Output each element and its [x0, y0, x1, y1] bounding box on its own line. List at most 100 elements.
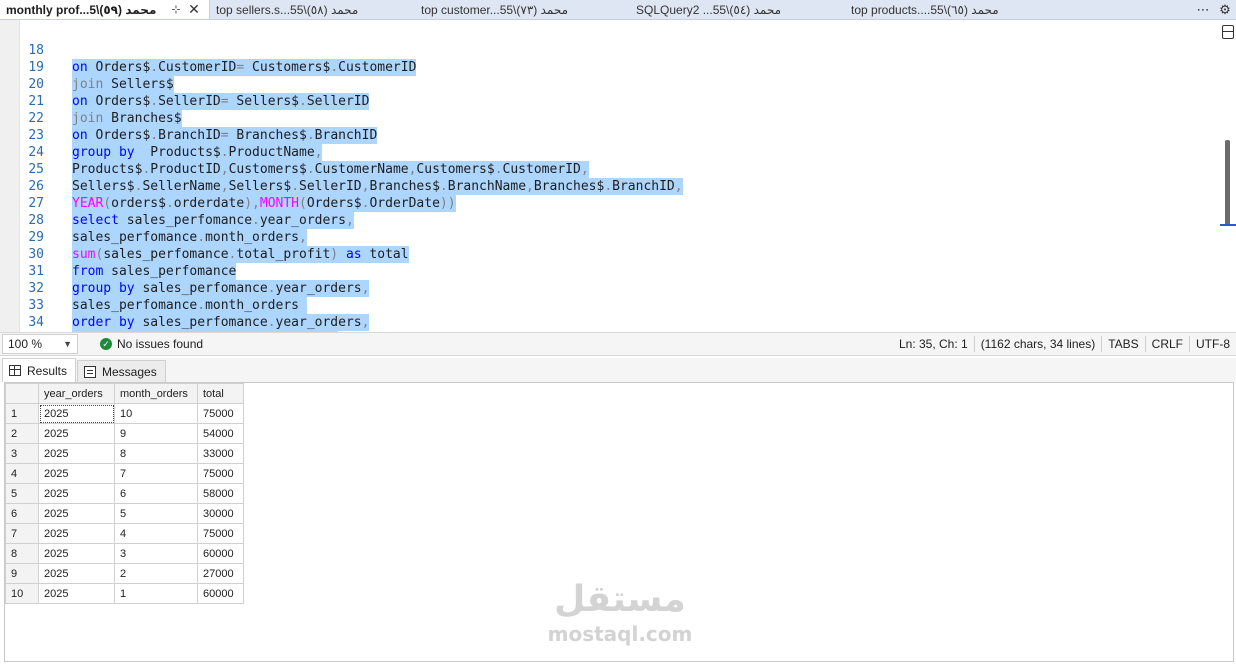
grid-corner[interactable]	[5, 383, 39, 404]
check-circle-icon: ✓	[100, 338, 112, 350]
chevron-down-icon: ▼	[63, 339, 72, 349]
table-cell[interactable]: 75000	[197, 403, 244, 424]
row-number[interactable]: 10	[5, 583, 39, 604]
code-line: 30 from sales_perfomance	[0, 229, 1210, 280]
column-header[interactable]: year_orders	[38, 383, 115, 404]
tab-label: SQLQuery2 ...55\(محمد (٥٤	[636, 2, 782, 17]
more-tabs-icon[interactable]: ⋯	[1192, 0, 1214, 19]
messages-icon	[84, 365, 97, 378]
close-icon[interactable]: ✕	[185, 1, 203, 18]
pin-icon[interactable]: ⊹	[167, 3, 185, 16]
results-tab-strip: Results Messages	[0, 358, 1236, 382]
code-line: 26 YEAR(orders$.orderdate),MONTH(Orders$…	[0, 161, 1210, 212]
code-line: 22 on Orders$.BranchID= Branches$.Branch…	[0, 93, 1210, 144]
tab-results[interactable]: Results	[2, 358, 77, 382]
code-line: 34 sales_perfomance.month_orders desc	[0, 297, 1210, 332]
tab-label: top sellers.s...55\(محمد (٥٨	[216, 2, 359, 17]
table-cell[interactable]: 30000	[197, 503, 244, 524]
row-number[interactable]: 3	[5, 443, 39, 464]
code-line: 20 on Orders$.SellerID= Sellers$.SellerI…	[0, 59, 1210, 110]
editor-vertical-scrollbar[interactable]	[1220, 20, 1236, 332]
table-cell[interactable]: 4	[114, 523, 198, 544]
table-row: 1 2025 10 75000	[5, 403, 244, 424]
row-number[interactable]: 8	[5, 543, 39, 564]
table-row: 2 2025 9 54000	[5, 423, 244, 444]
table-cell[interactable]: 60000	[197, 543, 244, 564]
table-cell[interactable]: 75000	[197, 523, 244, 544]
encoding[interactable]: UTF-8	[1189, 336, 1236, 352]
table-cell[interactable]: 2025	[38, 503, 115, 524]
column-header[interactable]: month_orders	[114, 383, 198, 404]
code-line: 28 sales_perfomance.month_orders,	[0, 195, 1210, 246]
code-line: 25 Sellers$.SellerName,Sellers$.SellerID…	[0, 144, 1210, 195]
table-row: 8 2025 3 60000	[5, 543, 244, 564]
table-cell[interactable]: 2025	[38, 483, 115, 504]
row-number[interactable]: 7	[5, 523, 39, 544]
row-number[interactable]: 9	[5, 563, 39, 584]
tab-label: top products....55\(محمد (٦٥	[851, 2, 999, 17]
scrollbar-thumb[interactable]	[1225, 140, 1230, 226]
watermark: مستقل mostaql.com	[540, 578, 700, 646]
code-line: 29 sum(sales_perfomance.total_profit) as…	[0, 212, 1210, 263]
table-cell[interactable]: 3	[114, 543, 198, 564]
table-cell[interactable]: 2025	[38, 463, 115, 484]
table-cell[interactable]: 2025	[38, 583, 115, 604]
results-grid[interactable]: year_orders month_orders total 1 2025 10…	[5, 383, 244, 604]
table-cell[interactable]: 54000	[197, 423, 244, 444]
code-line: 27 select sales_perfomance.year_orders,	[0, 178, 1210, 229]
row-number[interactable]: 6	[5, 503, 39, 524]
table-cell[interactable]: 75000	[197, 463, 244, 484]
table-row: 3 2025 8 33000	[5, 443, 244, 464]
tab-sqlquery2[interactable]: SQLQuery2 ...55\(محمد (٥٤	[630, 0, 845, 19]
zoom-value: 100 %	[8, 337, 43, 351]
row-number[interactable]: 2	[5, 423, 39, 444]
table-cell[interactable]: 8	[114, 443, 198, 464]
table-cell[interactable]: 2	[114, 563, 198, 584]
column-header[interactable]: total	[197, 383, 244, 404]
editor-status-bar: 100 % ▼ ✓ No issues found Ln: 35, Ch: 1 …	[0, 332, 1236, 356]
sql-editor[interactable]: 18 on Orders$.CustomerID= Customers$.Cus…	[0, 20, 1236, 332]
table-cell[interactable]: 5	[114, 503, 198, 524]
issues-indicator[interactable]: ✓ No issues found	[100, 337, 203, 351]
code-line: 21 join Branches$	[0, 76, 1210, 127]
table-cell[interactable]: 60000	[197, 583, 244, 604]
settings-icon[interactable]: ⚙	[1214, 0, 1236, 19]
tab-monthly-profit[interactable]: monthly prof...5\(محمد (٥٩ ⊹ ✕	[0, 0, 210, 19]
grid-icon	[9, 365, 21, 376]
table-cell[interactable]: 2025	[38, 403, 115, 424]
table-cell[interactable]: 2025	[38, 563, 115, 584]
row-number[interactable]: 4	[5, 463, 39, 484]
zoom-select[interactable]: 100 % ▼	[2, 334, 78, 354]
tab-top-sellers[interactable]: top sellers.s...55\(محمد (٥٨	[210, 0, 415, 19]
table-cell[interactable]: 2025	[38, 423, 115, 444]
table-cell[interactable]: 27000	[197, 563, 244, 584]
table-cell[interactable]: 9	[114, 423, 198, 444]
table-cell[interactable]: 10	[114, 403, 198, 424]
tab-messages[interactable]: Messages	[77, 360, 166, 382]
tab-top-products[interactable]: top products....55\(محمد (٦٥	[845, 0, 1105, 19]
table-cell[interactable]: 2025	[38, 543, 115, 564]
code-line: 19 join Sellers$	[0, 42, 1210, 93]
scrollbar-position-marker	[1220, 224, 1236, 226]
row-number[interactable]: 1	[5, 403, 39, 424]
table-cell[interactable]: 58000	[197, 483, 244, 504]
table-cell[interactable]: 33000	[197, 443, 244, 464]
tab-top-customers[interactable]: top customer...55\(محمد (٧٣	[415, 0, 630, 19]
table-row: 6 2025 5 30000	[5, 503, 244, 524]
indent-mode[interactable]: TABS	[1101, 336, 1144, 352]
row-number[interactable]: 5	[5, 483, 39, 504]
code-line: 31 group by sales_perfomance.year_orders…	[0, 246, 1210, 297]
line-ending[interactable]: CRLF	[1144, 336, 1189, 352]
table-cell[interactable]: 2025	[38, 443, 115, 464]
table-row: 7 2025 4 75000	[5, 523, 244, 544]
split-editor-icon[interactable]	[1222, 25, 1234, 39]
tabbar-spacer	[1105, 0, 1192, 19]
table-row: 10 2025 1 60000	[5, 583, 244, 604]
table-row: 4 2025 7 75000	[5, 463, 244, 484]
tab-label: monthly prof...5\(محمد (٥٩	[6, 2, 157, 17]
table-cell[interactable]: 6	[114, 483, 198, 504]
table-cell[interactable]: 1	[114, 583, 198, 604]
table-cell[interactable]: 2025	[38, 523, 115, 544]
tab-label: top customer...55\(محمد (٧٣	[421, 2, 569, 17]
table-cell[interactable]: 7	[114, 463, 198, 484]
